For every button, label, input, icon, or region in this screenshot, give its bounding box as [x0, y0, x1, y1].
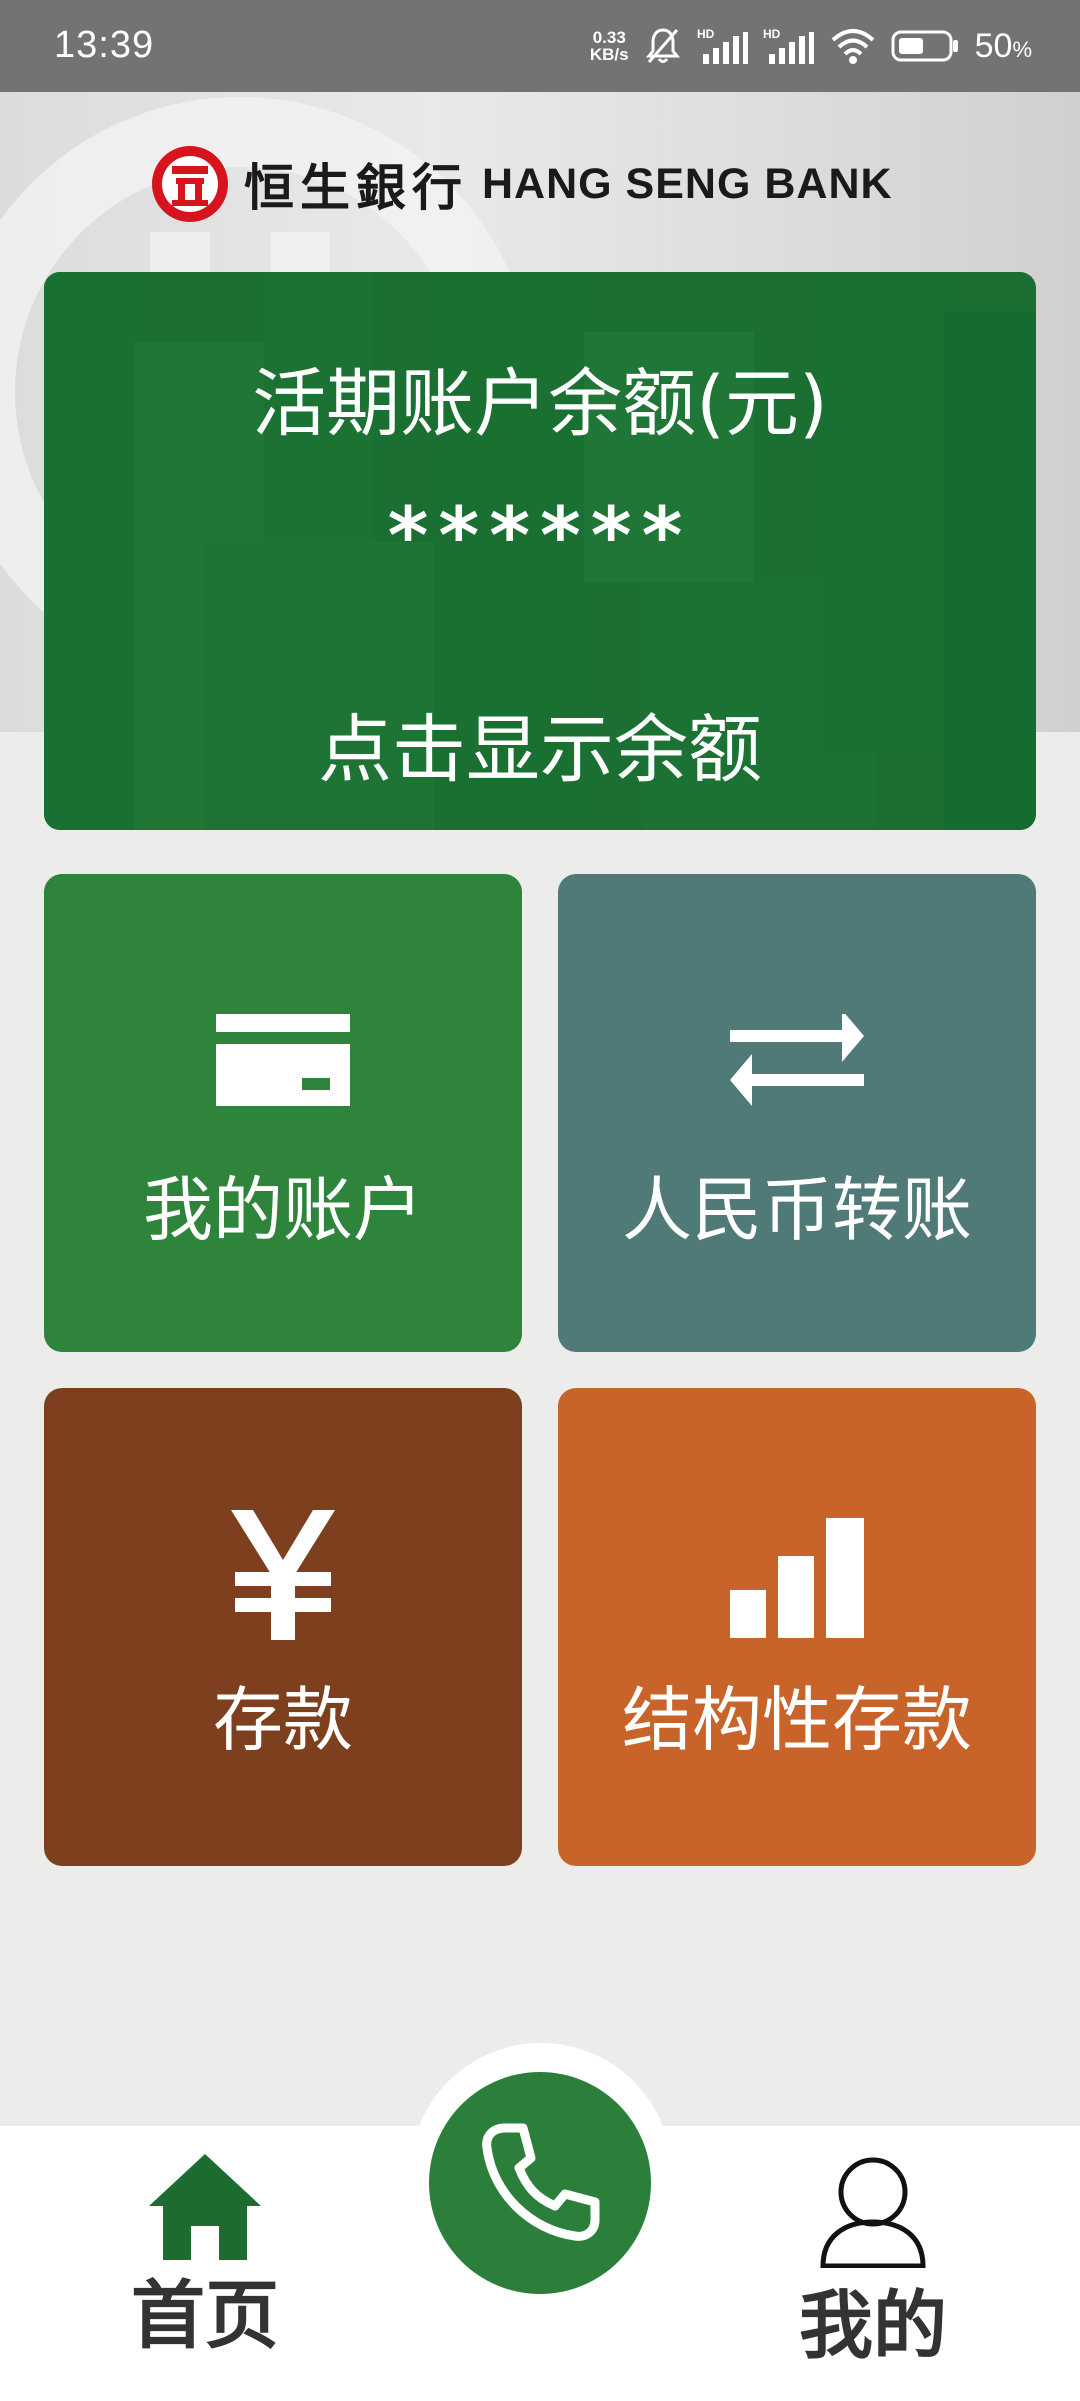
- network-speed-unit: KB/s: [589, 45, 629, 64]
- tile-label: 存款: [213, 1679, 353, 1761]
- tile-label: 我的账户: [143, 1169, 423, 1251]
- battery-icon: [891, 30, 958, 62]
- status-bar: 13:39 0.33 KB/s HD HD 50%: [0, 0, 1080, 92]
- tile-deposit[interactable]: 存款: [44, 1388, 522, 1866]
- home-icon: [149, 2154, 261, 2260]
- svg-text:HD: HD: [763, 27, 781, 41]
- card-icon: [216, 1014, 350, 1106]
- mute-bell-icon: [645, 28, 680, 63]
- battery-percent: 50%: [974, 26, 1032, 65]
- phone-icon: [482, 2123, 600, 2241]
- brand-header: 恒生銀行 HANG SENG BANK: [150, 146, 893, 222]
- status-time: 13:39: [54, 24, 155, 66]
- tile-label: 结构性存款: [622, 1679, 972, 1761]
- tile-label: 人民币转账: [622, 1169, 972, 1251]
- masked-balance: ******: [387, 492, 693, 582]
- tile-rmb-transfer[interactable]: 人民币转账: [558, 874, 1036, 1352]
- bar-chart-icon: [730, 1518, 864, 1638]
- status-icons: 0.33 KB/s HD HD 50%: [590, 22, 1032, 70]
- balance-card[interactable]: 活期账户余额(元) ****** 点击显示余额: [44, 272, 1036, 830]
- show-balance-button[interactable]: 点击显示余额: [44, 690, 1036, 797]
- nav-home-label: 首页: [131, 2273, 279, 2359]
- yuan-icon: [231, 1510, 335, 1640]
- tile-my-account[interactable]: 我的账户: [44, 874, 522, 1352]
- network-speed-value: 0.33: [592, 28, 626, 47]
- svg-text:HD: HD: [697, 27, 715, 41]
- brand-name-english: HANG SENG BANK: [482, 159, 893, 208]
- wifi-icon: [831, 29, 874, 64]
- network-speed: 0.33 KB/s: [590, 29, 629, 63]
- nav-home[interactable]: 首页: [120, 2154, 290, 2363]
- hd-signal-icon: HD: [697, 27, 748, 64]
- call-button[interactable]: [429, 2072, 651, 2294]
- user-icon: [820, 2157, 926, 2269]
- balance-title: 活期账户余额(元): [252, 361, 828, 447]
- brand-name-chinese: 恒生銀行: [244, 158, 468, 217]
- nav-mine[interactable]: 我的: [788, 2154, 958, 2373]
- nav-mine-label: 我的: [799, 2283, 947, 2369]
- tile-structured-deposit[interactable]: 结构性存款: [558, 1388, 1036, 1866]
- hd-signal-icon: HD: [763, 27, 814, 64]
- hang-seng-logo: [152, 146, 228, 222]
- transfer-arrows-icon: [730, 1014, 864, 1106]
